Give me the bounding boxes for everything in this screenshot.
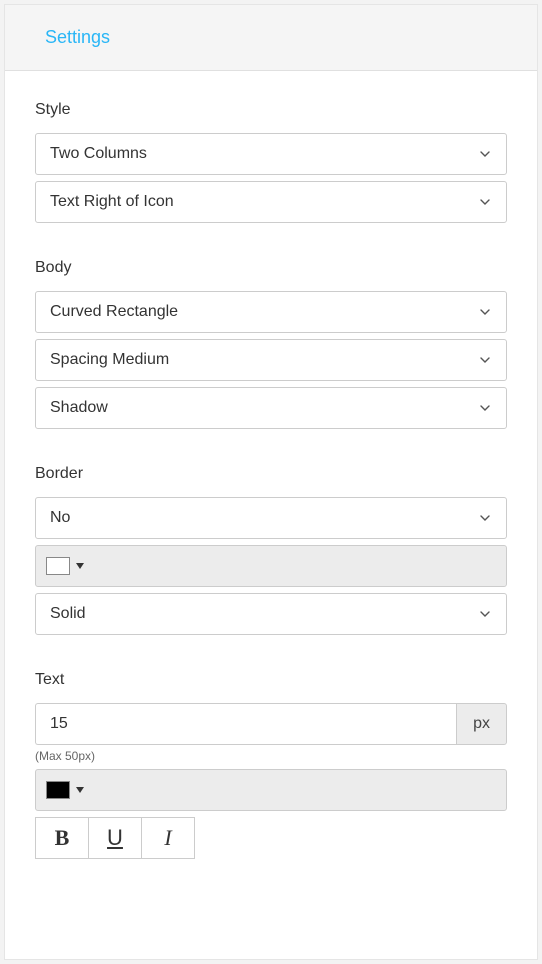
chevron-down-icon	[478, 147, 492, 161]
settings-title: Settings	[45, 27, 497, 48]
chevron-down-icon	[478, 511, 492, 525]
body-spacing-select[interactable]: Spacing Medium	[35, 339, 507, 381]
style-position-value: Text Right of Icon	[50, 193, 478, 211]
bold-icon: B	[55, 825, 70, 851]
style-section: Style Two Columns Text Right of Icon	[35, 101, 507, 223]
text-section: Text px (Max 50px) B U I	[35, 671, 507, 859]
border-style-value: Solid	[50, 605, 478, 623]
body-shadow-value: Shadow	[50, 399, 478, 417]
text-label: Text	[35, 671, 507, 689]
italic-button[interactable]: I	[141, 817, 195, 859]
text-size-hint: (Max 50px)	[35, 749, 507, 763]
style-position-select[interactable]: Text Right of Icon	[35, 181, 507, 223]
chevron-down-icon	[478, 305, 492, 319]
border-color-picker[interactable]	[46, 557, 84, 575]
text-size-unit: px	[456, 703, 507, 745]
border-section: Border No Solid	[35, 465, 507, 635]
text-color-swatch	[46, 781, 70, 799]
chevron-down-icon	[478, 401, 492, 415]
body-shape-select[interactable]: Curved Rectangle	[35, 291, 507, 333]
border-style-select[interactable]: Solid	[35, 593, 507, 635]
border-color-row	[35, 545, 507, 587]
body-shape-value: Curved Rectangle	[50, 303, 478, 321]
caret-down-icon	[76, 787, 84, 793]
style-columns-select[interactable]: Two Columns	[35, 133, 507, 175]
body-spacing-value: Spacing Medium	[50, 351, 478, 369]
underline-icon: U	[107, 825, 123, 851]
body-label: Body	[35, 259, 507, 277]
text-size-input[interactable]	[35, 703, 456, 745]
border-color-swatch	[46, 557, 70, 575]
border-label: Border	[35, 465, 507, 483]
settings-content: Style Two Columns Text Right of Icon Bod…	[5, 71, 537, 875]
text-color-row	[35, 769, 507, 811]
settings-panel: Settings Style Two Columns Text Right of…	[4, 4, 538, 960]
style-label: Style	[35, 101, 507, 119]
underline-button[interactable]: U	[88, 817, 142, 859]
style-columns-value: Two Columns	[50, 145, 478, 163]
text-color-picker[interactable]	[46, 781, 84, 799]
chevron-down-icon	[478, 353, 492, 367]
chevron-down-icon	[478, 607, 492, 621]
text-format-row: B U I	[35, 817, 507, 859]
border-enabled-select[interactable]: No	[35, 497, 507, 539]
caret-down-icon	[76, 563, 84, 569]
body-shadow-select[interactable]: Shadow	[35, 387, 507, 429]
bold-button[interactable]: B	[35, 817, 89, 859]
text-size-row: px	[35, 703, 507, 745]
italic-icon: I	[164, 825, 171, 851]
border-enabled-value: No	[50, 509, 478, 527]
chevron-down-icon	[478, 195, 492, 209]
settings-header: Settings	[5, 5, 537, 71]
body-section: Body Curved Rectangle Spacing Medium Sha…	[35, 259, 507, 429]
